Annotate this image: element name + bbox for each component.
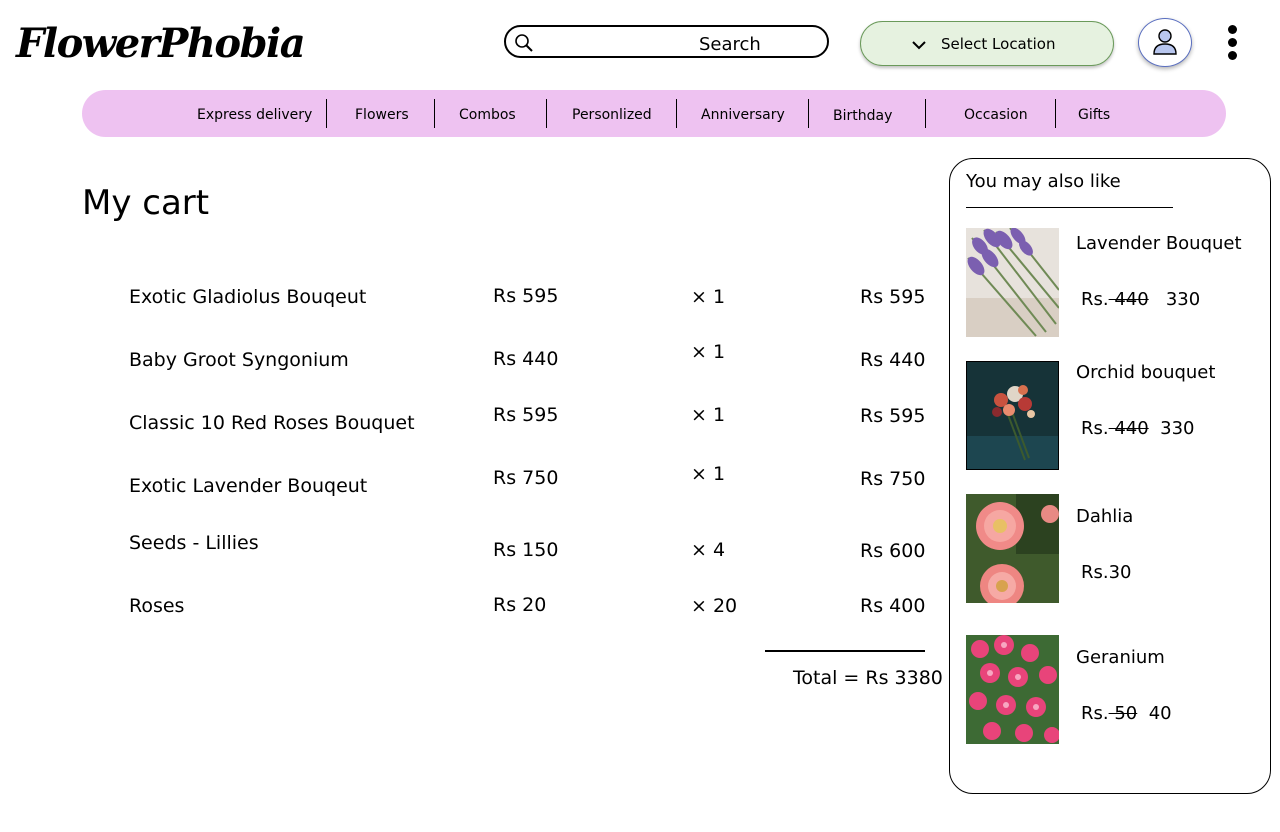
chevron-down-icon (912, 41, 926, 50)
nav-item-occasion[interactable]: Occasion (964, 107, 1028, 123)
nav-divider (326, 99, 327, 128)
suggestions-title: You may also like (966, 171, 1121, 192)
dahlia-image[interactable] (966, 494, 1059, 603)
nav-item-flowers[interactable]: Flowers (355, 107, 409, 123)
category-nav: Express delivery Flowers Combos Personli… (82, 90, 1226, 137)
product-name[interactable]: Orchid bouquet (1076, 362, 1215, 383)
suggestions-panel: You may also like Lavender Bouquet Rs. 4… (949, 158, 1271, 794)
currency-label: Rs. (1081, 418, 1109, 439)
user-icon (1153, 29, 1177, 55)
search-icon (515, 34, 533, 52)
nav-item-combos[interactable]: Combos (459, 107, 516, 123)
sale-price: 330 (1160, 418, 1195, 439)
product-name[interactable]: Dahlia (1076, 506, 1133, 527)
nav-divider (808, 99, 809, 128)
cart-item-name[interactable]: Baby Groot Syngonium (129, 349, 349, 371)
currency-label: Rs. (1081, 703, 1109, 724)
select-location-label: Select Location (941, 35, 1056, 53)
suggestions-title-underline (966, 207, 1173, 208)
cart-item-qty[interactable]: × 1 (691, 404, 725, 426)
cart-item-qty[interactable]: × 1 (691, 286, 725, 308)
cart-item-price: Rs 20 (493, 594, 547, 616)
cart-item-price: Rs 595 (493, 404, 559, 426)
nav-item-anniversary[interactable]: Anniversary (701, 107, 785, 123)
logo[interactable]: FlowerPhobia (16, 20, 306, 67)
sale-price: 330 (1165, 289, 1201, 310)
geranium-image[interactable] (966, 635, 1059, 744)
select-location-button[interactable]: Select Location (860, 21, 1114, 66)
nav-divider (925, 99, 926, 128)
lavender-image[interactable] (966, 228, 1059, 337)
nav-divider (676, 99, 677, 128)
search-placeholder: Search (699, 34, 761, 55)
cart-item-price: Rs 150 (493, 539, 559, 561)
old-price: 440 (1108, 418, 1149, 439)
cart-item-qty[interactable]: × 4 (691, 539, 725, 561)
currency-label: Rs. (1081, 289, 1109, 310)
cart-item-subtotal: Rs 600 (860, 540, 926, 562)
cart-item-subtotal: Rs 595 (860, 286, 926, 308)
sale-price: 40 (1148, 703, 1172, 724)
cart-item-name[interactable]: Classic 10 Red Roses Bouquet (129, 412, 415, 434)
nav-divider (1055, 99, 1056, 128)
search-bar[interactable]: Search (504, 25, 829, 58)
product-price: Rs.30 (1081, 562, 1132, 583)
cart-item-subtotal: Rs 440 (860, 349, 926, 371)
old-price: 50 (1108, 703, 1138, 724)
old-price: 440 (1108, 289, 1149, 310)
product-price: Rs. 50 40 (1081, 703, 1172, 724)
nav-divider (546, 99, 547, 128)
orchid-image[interactable] (966, 361, 1059, 470)
product-name[interactable]: Geranium (1076, 647, 1165, 668)
cart-total: Total = Rs 3380 (793, 667, 943, 689)
cart-item-subtotal: Rs 750 (860, 468, 926, 490)
currency-label: Rs. (1081, 562, 1109, 583)
cart-item-price: Rs 440 (493, 348, 559, 370)
product-name[interactable]: Lavender Bouquet (1076, 233, 1242, 254)
more-vertical-icon[interactable] (1224, 25, 1240, 61)
cart-item-price: Rs 595 (493, 285, 559, 307)
cart-item-name[interactable]: Exotic Gladiolus Bouqeut (129, 286, 366, 308)
cart-item-subtotal: Rs 400 (860, 595, 926, 617)
cart-item-name[interactable]: Exotic Lavender Bouqeut (129, 475, 367, 497)
cart-item-qty[interactable]: × 1 (691, 341, 725, 363)
page-title: My cart (82, 183, 210, 223)
nav-item-birthday[interactable]: Birthday (833, 108, 892, 124)
cart-item-qty[interactable]: × 20 (691, 595, 737, 617)
nav-item-express-delivery[interactable]: Express delivery (197, 107, 312, 123)
cart-item-name[interactable]: Roses (129, 595, 184, 617)
nav-divider (434, 99, 435, 128)
sale-price: 30 (1108, 562, 1132, 583)
product-price: Rs. 440 330 (1081, 418, 1195, 439)
cart-item-name[interactable]: Seeds - Lillies (129, 532, 259, 554)
total-divider (765, 650, 925, 652)
avatar-button[interactable] (1138, 18, 1192, 67)
nav-item-personlized[interactable]: Personlized (572, 107, 652, 123)
cart-item-subtotal: Rs 595 (860, 405, 926, 427)
cart-item-qty[interactable]: × 1 (691, 463, 725, 485)
product-price: Rs. 440 330 (1081, 289, 1200, 310)
cart-item-price: Rs 750 (493, 467, 559, 489)
nav-item-gifts[interactable]: Gifts (1078, 107, 1110, 123)
